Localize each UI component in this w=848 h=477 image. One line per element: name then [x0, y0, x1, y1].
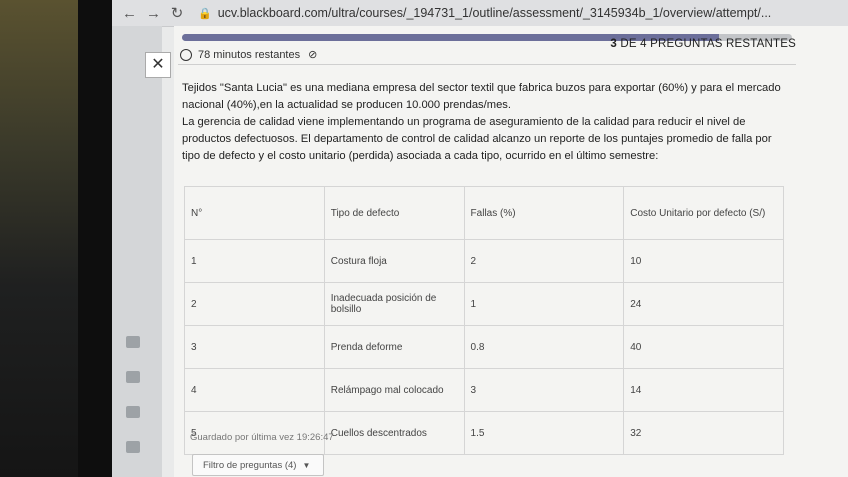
table-header-row: N° Tipo de defecto Fallas (%) Costo Unit… [184, 186, 784, 240]
defects-table: N° Tipo de defecto Fallas (%) Costo Unit… [184, 186, 784, 455]
remaining-text: DE 4 PREGUNTAS RESTANTES [620, 38, 796, 50]
table-row: 1 Costura floja 2 10 [184, 239, 784, 283]
assessment-panel: 78 minutos restantes ⊘ 3 DE 4 PREGUNTAS … [174, 26, 848, 477]
timer-text: 78 minutos restantes [198, 48, 301, 61]
question-paragraph-1: Tejidos "Santa Lucia" es una mediana emp… [182, 82, 781, 111]
side-icon[interactable] [126, 406, 140, 418]
cell-unit-cost: 24 [623, 282, 784, 326]
cell-failures: 0.8 [463, 325, 625, 369]
cell-failures: 3 [463, 368, 625, 412]
lock-icon: 🔒 [198, 7, 212, 20]
filter-label: Filtro de preguntas (4) [203, 459, 297, 471]
cell-unit-cost: 10 [623, 239, 784, 283]
last-saved: Guardado por última vez 19:26:47 [190, 432, 334, 443]
screen: ← → ↻ 🔒 ucv.blackboard.com/ultra/courses… [112, 0, 848, 477]
close-icon: ✕ [151, 56, 165, 73]
side-icon[interactable] [126, 441, 140, 453]
question-paragraph-2: La gerencia de calidad viene implementan… [182, 116, 772, 162]
table-row: 3 Prenda deforme 0.8 40 [184, 325, 784, 369]
bezel-strip [78, 0, 112, 477]
cell-defect-type: Inadecuada posición de bolsillo [323, 282, 465, 326]
questions-remaining: 3 DE 4 PREGUNTAS RESTANTES [610, 38, 796, 50]
divider [178, 64, 796, 65]
question-filter-button[interactable]: Filtro de preguntas (4) ▼ [192, 454, 324, 476]
browser-toolbar: ← → ↻ 🔒 ucv.blackboard.com/ultra/courses… [112, 0, 848, 27]
cell-defect-type: Prenda deforme [323, 325, 465, 369]
monitor-bezel [0, 0, 112, 477]
forward-icon[interactable]: → [146, 5, 161, 22]
header-number: N° [184, 186, 325, 240]
remaining-count: 3 [610, 38, 617, 50]
table-row: 4 Relámpago mal colocado 3 14 [184, 368, 784, 412]
course-side-panel [112, 26, 162, 477]
header-unit-cost: Costo Unitario por defecto (S/) [623, 186, 784, 240]
clock-icon [180, 48, 192, 61]
hide-timer-icon[interactable]: ⊘ [308, 48, 317, 61]
side-icon[interactable] [126, 336, 140, 348]
cell-number: 1 [184, 239, 325, 283]
cell-failures: 1.5 [463, 411, 625, 455]
cell-failures: 1 [463, 282, 625, 326]
back-icon[interactable]: ← [122, 5, 137, 22]
reload-icon[interactable]: ↻ [170, 4, 184, 22]
table-row: 2 Inadecuada posición de bolsillo 1 24 [184, 282, 784, 326]
cell-defect-type: Costura floja [323, 239, 465, 283]
cell-unit-cost: 40 [623, 325, 784, 369]
side-icon[interactable] [126, 371, 140, 383]
header-defect-type: Tipo de defecto [323, 186, 465, 240]
question-text: Tejidos "Santa Lucia" es una mediana emp… [182, 80, 792, 165]
cell-number: 4 [184, 368, 325, 412]
cell-defect-type: Cuellos descentrados [323, 411, 465, 455]
cell-unit-cost: 32 [623, 411, 784, 455]
close-button[interactable]: ✕ [145, 52, 171, 78]
header-failures: Fallas (%) [463, 186, 625, 240]
address-bar[interactable]: ucv.blackboard.com/ultra/courses/_194731… [218, 6, 772, 20]
cell-defect-type: Relámpago mal colocado [323, 368, 465, 412]
cell-unit-cost: 14 [623, 368, 784, 412]
cell-failures: 2 [463, 239, 625, 283]
cell-number: 3 [184, 325, 325, 369]
chevron-down-icon: ▼ [302, 460, 311, 470]
cell-number: 2 [184, 282, 325, 326]
timer: 78 minutos restantes ⊘ [180, 48, 317, 61]
